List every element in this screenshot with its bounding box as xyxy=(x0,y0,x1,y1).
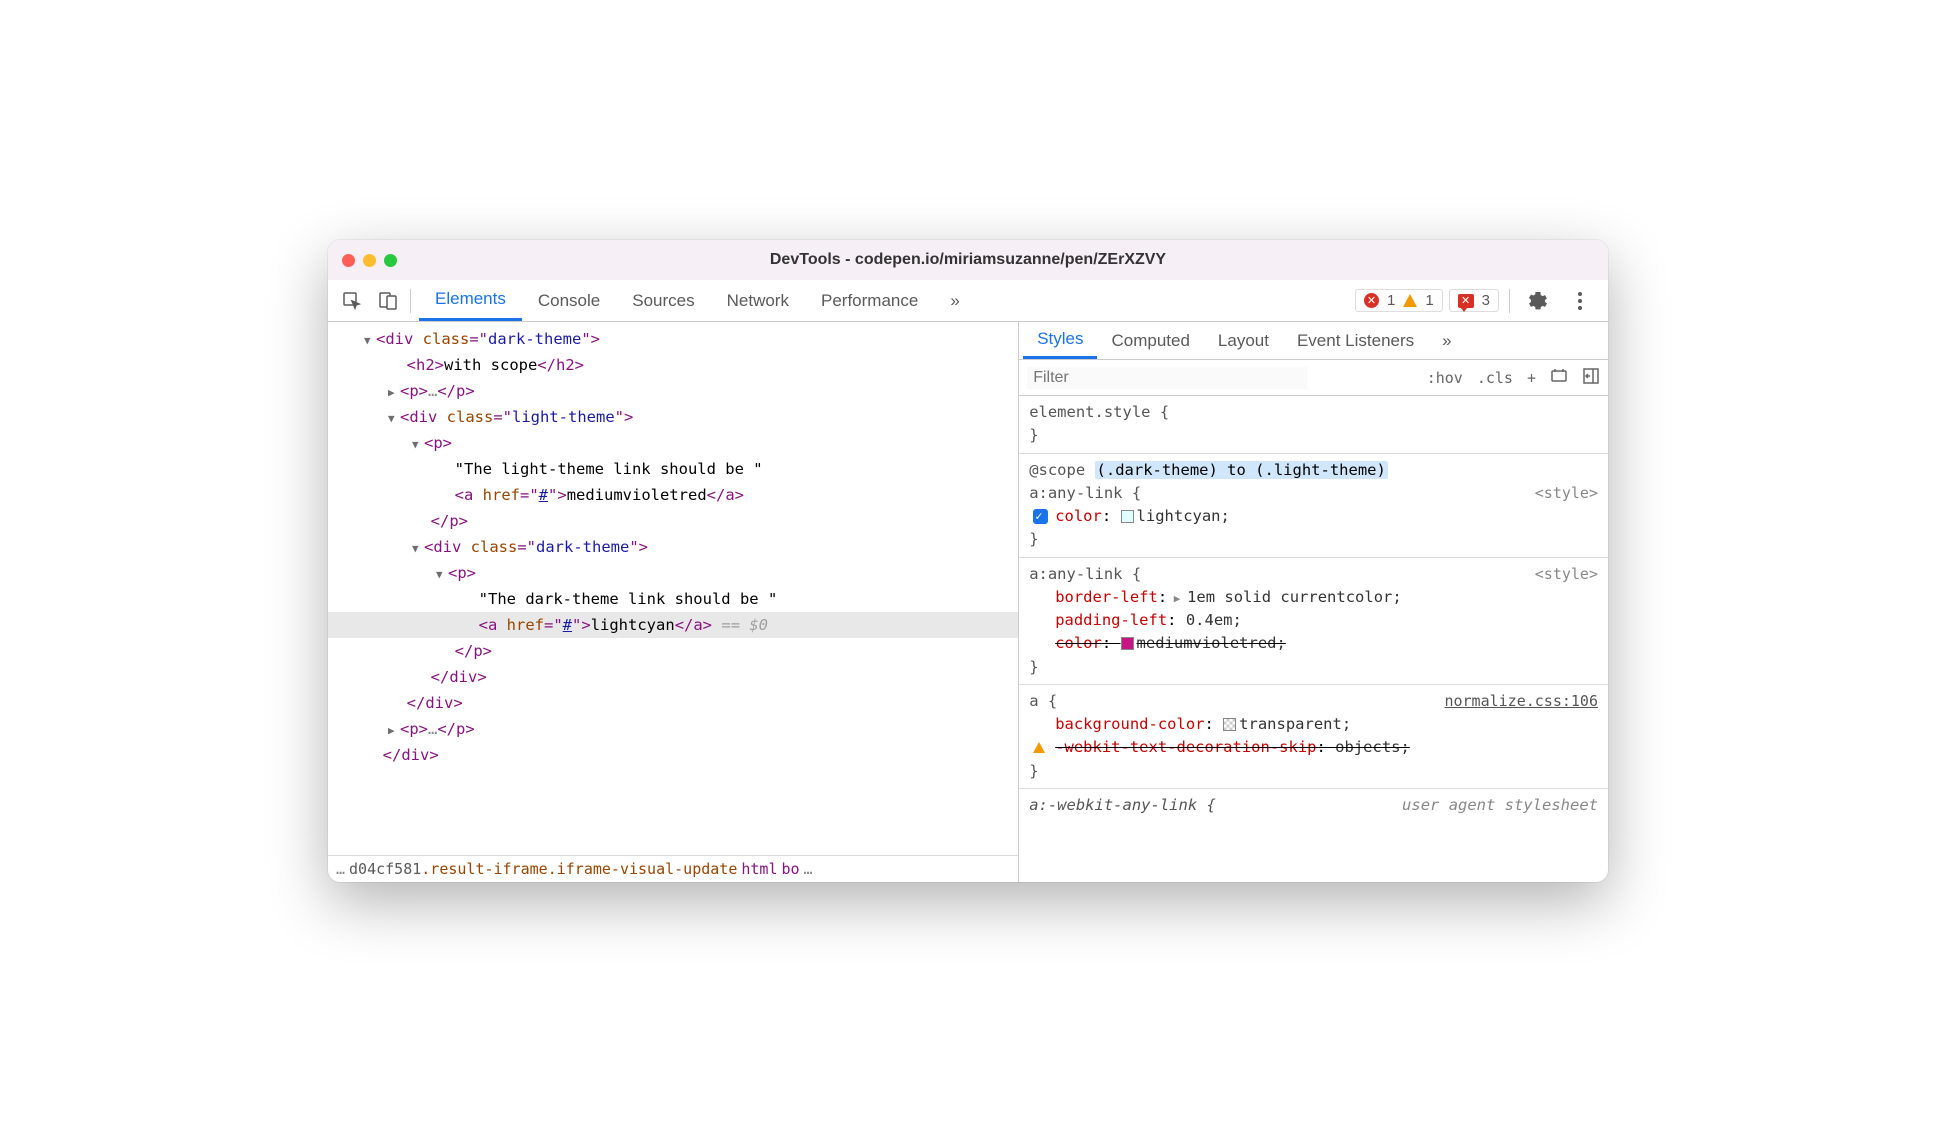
settings-icon[interactable] xyxy=(1520,283,1556,319)
error-warning-badge[interactable]: ✕ 1 1 xyxy=(1355,289,1443,312)
tab-styles[interactable]: Styles xyxy=(1023,322,1097,359)
dom-node[interactable]: ▼<div class="light-theme"> xyxy=(328,404,1018,430)
main-toolbar: Elements Console Sources Network Perform… xyxy=(328,280,1608,322)
css-property[interactable]: color: lightcyan; xyxy=(1029,505,1598,528)
elements-panel: ▼<div class="dark-theme"> <h2>with scope… xyxy=(328,322,1019,882)
brace: } xyxy=(1029,424,1598,447)
rendering-icon[interactable] xyxy=(1550,367,1568,389)
window-title: DevTools - codepen.io/miriamsuzanne/pen/… xyxy=(328,251,1608,269)
tab-performance[interactable]: Performance xyxy=(805,280,934,321)
main-tabs: Elements Console Sources Network Perform… xyxy=(419,280,976,321)
dom-node[interactable]: ▼<p> xyxy=(328,560,1018,586)
inspect-icon[interactable] xyxy=(334,283,370,319)
style-rule[interactable]: element.style { } xyxy=(1019,396,1608,454)
style-rule[interactable]: @scope (.dark-theme) to (.light-theme) a… xyxy=(1019,454,1608,558)
rule-selector: @scope (.dark-theme) to (.light-theme) xyxy=(1029,459,1388,482)
rule-selector: a { xyxy=(1029,690,1057,713)
breadcrumb-item[interactable]: d04cf581.result-iframe.iframe-visual-upd… xyxy=(349,860,737,878)
css-property[interactable]: background-color: transparent; xyxy=(1029,713,1598,736)
dom-node[interactable]: </p> xyxy=(328,508,1018,534)
dom-text[interactable]: "The dark-theme link should be " xyxy=(328,586,1018,612)
tab-elements[interactable]: Elements xyxy=(419,280,522,321)
styles-panel: Styles Computed Layout Event Listeners »… xyxy=(1019,322,1608,882)
computed-sidebar-icon[interactable] xyxy=(1582,367,1600,389)
brace: } xyxy=(1029,656,1598,679)
brace: } xyxy=(1029,528,1598,551)
rule-selector: a:any-link { xyxy=(1029,482,1141,505)
rule-selector: element.style { xyxy=(1029,401,1598,424)
tab-computed[interactable]: Computed xyxy=(1097,322,1203,359)
error-icon: ✕ xyxy=(1364,293,1379,308)
rule-source: user agent stylesheet xyxy=(1402,794,1598,817)
css-property-invalid[interactable]: -webkit-text-decoration-skip: objects; xyxy=(1029,736,1598,759)
style-rule[interactable]: a:any-link { <style> border-left: ▶ 1em … xyxy=(1019,558,1608,685)
styles-tabs: Styles Computed Layout Event Listeners » xyxy=(1019,322,1608,360)
dom-node[interactable]: ▶<p>…</p> xyxy=(328,378,1018,404)
panels: ▼<div class="dark-theme"> <h2>with scope… xyxy=(328,322,1608,882)
checkbox-icon[interactable] xyxy=(1033,509,1048,524)
dom-node[interactable]: <h2>with scope</h2> xyxy=(328,352,1018,378)
message-icon: ✕ xyxy=(1458,294,1474,308)
messages-badge[interactable]: ✕3 xyxy=(1449,289,1499,312)
dom-tree[interactable]: ▼<div class="dark-theme"> <h2>with scope… xyxy=(328,322,1018,855)
dom-node[interactable]: ▼<p> xyxy=(328,430,1018,456)
divider xyxy=(410,289,411,313)
warning-count: 1 xyxy=(1425,292,1433,309)
devtools-window: DevTools - codepen.io/miriamsuzanne/pen/… xyxy=(328,240,1608,882)
tab-more[interactable]: » xyxy=(934,280,975,321)
dom-node[interactable]: ▼<div class="dark-theme"> xyxy=(328,326,1018,352)
dom-node[interactable]: ▼<div class="dark-theme"> xyxy=(328,534,1018,560)
cls-toggle[interactable]: .cls xyxy=(1477,369,1513,387)
more-icon[interactable] xyxy=(1562,283,1598,319)
breadcrumb-item[interactable]: bo xyxy=(781,860,799,878)
dom-node[interactable]: <a href="#">mediumvioletred</a> xyxy=(328,482,1018,508)
device-mode-icon[interactable] xyxy=(370,283,406,319)
css-property[interactable]: border-left: ▶ 1em solid currentcolor; xyxy=(1029,586,1598,609)
dom-node[interactable]: </div> xyxy=(328,664,1018,690)
tab-event-listeners[interactable]: Event Listeners xyxy=(1283,322,1428,359)
warning-icon xyxy=(1403,294,1417,307)
tab-network[interactable]: Network xyxy=(711,280,805,321)
warning-icon xyxy=(1033,742,1045,753)
style-rule[interactable]: a:-webkit-any-link { user agent styleshe… xyxy=(1019,789,1608,822)
breadcrumb[interactable]: … d04cf581.result-iframe.iframe-visual-u… xyxy=(328,855,1018,882)
css-property[interactable]: padding-left: 0.4em; xyxy=(1029,609,1598,632)
brace: } xyxy=(1029,760,1598,783)
breadcrumb-ellipsis: … xyxy=(336,860,345,878)
style-rule[interactable]: a { normalize.css:106 background-color: … xyxy=(1019,685,1608,789)
tab-sources[interactable]: Sources xyxy=(616,280,710,321)
toolbar-right: ✕1 1 ✕3 xyxy=(1355,283,1602,319)
filter-input[interactable] xyxy=(1027,367,1307,389)
rule-source[interactable]: normalize.css:106 xyxy=(1444,690,1598,713)
css-property-overridden[interactable]: color: mediumvioletred; xyxy=(1029,632,1598,655)
rule-selector: a:-webkit-any-link { xyxy=(1029,794,1216,817)
rule-source[interactable]: <style> xyxy=(1535,482,1598,505)
titlebar: DevTools - codepen.io/miriamsuzanne/pen/… xyxy=(328,240,1608,280)
tab-console[interactable]: Console xyxy=(522,280,616,321)
rule-selector: a:any-link { xyxy=(1029,563,1141,586)
dom-node-selected[interactable]: <a href="#">lightcyan</a> == $0 xyxy=(328,612,1018,638)
dom-node[interactable]: ▶<p>…</p> xyxy=(328,716,1018,742)
dom-node[interactable]: </p> xyxy=(328,638,1018,664)
messages-count: 3 xyxy=(1482,292,1490,309)
color-swatch[interactable] xyxy=(1223,718,1236,731)
dom-node[interactable]: </div> xyxy=(328,742,1018,768)
hov-toggle[interactable]: :hov xyxy=(1427,369,1463,387)
color-swatch[interactable] xyxy=(1121,637,1134,650)
rule-source[interactable]: <style> xyxy=(1535,563,1598,586)
new-rule-button[interactable]: + xyxy=(1527,369,1536,387)
divider xyxy=(1509,289,1510,313)
tab-more[interactable]: » xyxy=(1428,322,1465,359)
color-swatch[interactable] xyxy=(1121,510,1134,523)
dom-text[interactable]: "The light-theme link should be " xyxy=(328,456,1018,482)
breadcrumb-item[interactable]: html xyxy=(741,860,777,878)
filter-row: :hov .cls + xyxy=(1019,360,1608,396)
breadcrumb-ellipsis: … xyxy=(804,860,813,878)
styles-body: element.style { } @scope (.dark-theme) t… xyxy=(1019,396,1608,882)
error-count: 1 xyxy=(1387,292,1395,309)
tab-layout[interactable]: Layout xyxy=(1204,322,1283,359)
dom-node[interactable]: </div> xyxy=(328,690,1018,716)
